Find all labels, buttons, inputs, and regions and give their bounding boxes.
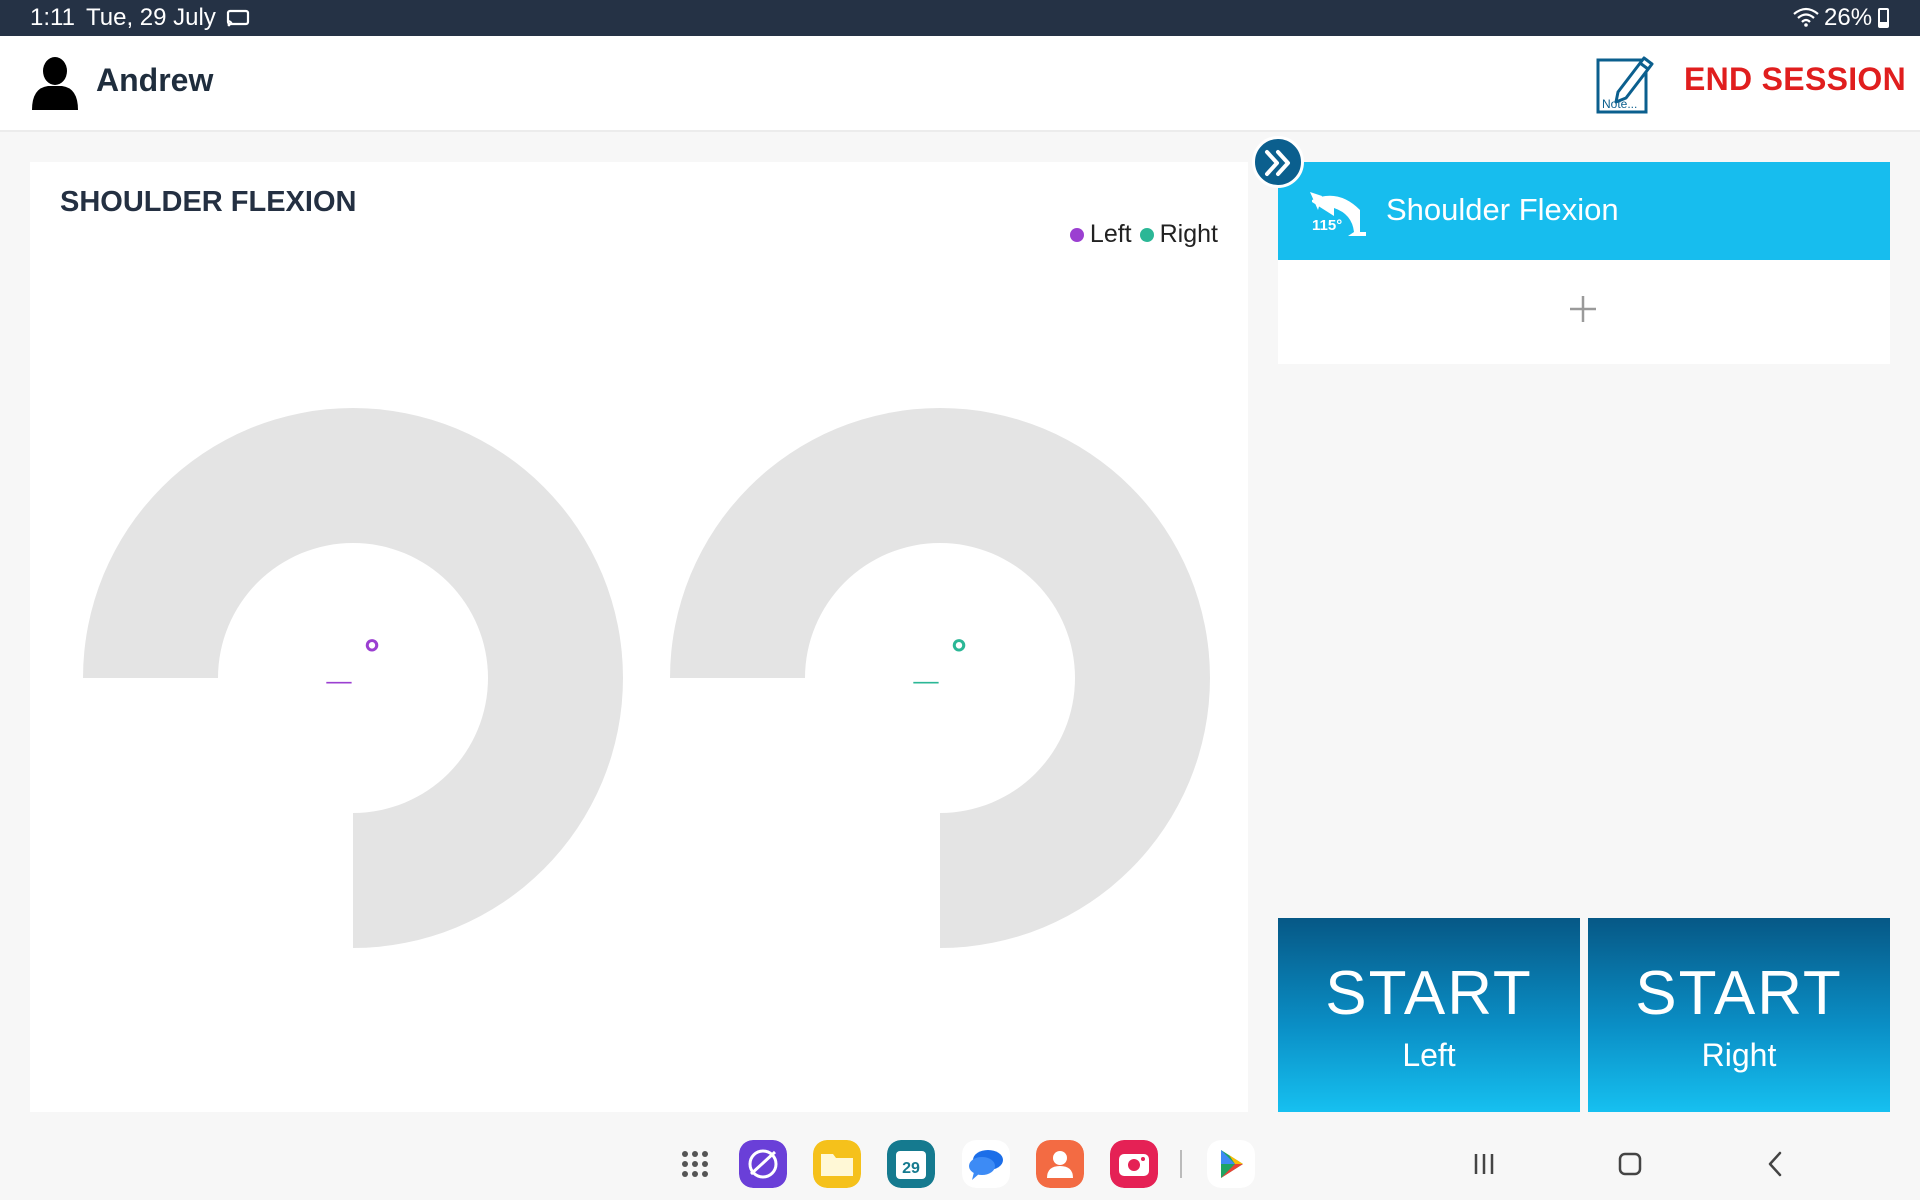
- cast-icon: [226, 9, 250, 27]
- add-exercise-button[interactable]: [1278, 260, 1890, 364]
- apps-grid-icon[interactable]: [671, 1140, 719, 1188]
- arc-angle-icon: 115°: [1310, 192, 1366, 236]
- right-gauge-track: [670, 408, 1210, 948]
- status-bar: 1:11 Tue, 29 July 26%: [0, 0, 1920, 36]
- status-time: 1:11: [30, 4, 75, 31]
- app-header: Andrew Note... END SESSION: [0, 36, 1920, 132]
- left-gauge-track: [83, 408, 623, 948]
- gauge-area: _ ° _ °: [83, 408, 1210, 948]
- collapse-panel-button[interactable]: [1252, 136, 1304, 188]
- left-gauge-value: _: [326, 639, 352, 688]
- home-icon[interactable]: [1606, 1140, 1654, 1188]
- exercise-icon-label: 115°: [1312, 217, 1342, 234]
- contacts-icon[interactable]: [1036, 1140, 1084, 1188]
- double-chevron-right-icon: [1265, 150, 1290, 176]
- play-store-icon[interactable]: [1207, 1140, 1255, 1188]
- user-avatar-icon[interactable]: [30, 56, 80, 110]
- internet-icon[interactable]: [739, 1140, 787, 1188]
- note-icon[interactable]: Note...: [1596, 52, 1654, 116]
- battery-percentage: 26%: [1824, 4, 1873, 31]
- end-session-button[interactable]: END SESSION: [1684, 61, 1906, 98]
- exercise-shoulder-flexion[interactable]: 115° Shoulder Flexion: [1278, 162, 1890, 260]
- user-name: Andrew: [96, 62, 214, 98]
- files-icon[interactable]: [813, 1140, 861, 1188]
- right-gauge-value: _: [913, 639, 939, 688]
- camera-icon[interactable]: [1110, 1140, 1158, 1188]
- start-left-side: Left: [1402, 1037, 1456, 1073]
- calendar-day: 29: [902, 1160, 920, 1177]
- calendar-icon[interactable]: 29: [887, 1140, 935, 1188]
- right-gauge-degree: °: [951, 632, 967, 676]
- start-left-label: START: [1325, 959, 1533, 1028]
- dock-divider: [1180, 1150, 1182, 1178]
- left-gauge: _ °: [83, 408, 623, 948]
- start-left-button[interactable]: START Left: [1278, 918, 1580, 1112]
- plus-icon: [1570, 296, 1596, 322]
- status-date: Tue, 29 July: [86, 4, 216, 31]
- navigation-bar: 29: [0, 1126, 1920, 1200]
- recent-apps-icon[interactable]: [1460, 1140, 1508, 1188]
- battery-icon: [1878, 8, 1889, 28]
- start-right-side: Right: [1701, 1037, 1777, 1073]
- right-gauge: _ °: [670, 408, 1210, 948]
- start-right-label: START: [1635, 959, 1843, 1028]
- note-label: Note...: [1602, 97, 1637, 111]
- exercise-name: Shoulder Flexion: [1386, 192, 1619, 227]
- left-gauge-degree: °: [364, 632, 380, 676]
- messages-icon[interactable]: [962, 1140, 1010, 1188]
- start-right-button[interactable]: START Right: [1588, 918, 1890, 1112]
- shoulder-flexion-chart-card: SHOULDER FLEXION Left Right _ ° _ °: [30, 162, 1248, 1112]
- back-icon[interactable]: [1752, 1140, 1800, 1188]
- wifi-icon: [1793, 7, 1819, 27]
